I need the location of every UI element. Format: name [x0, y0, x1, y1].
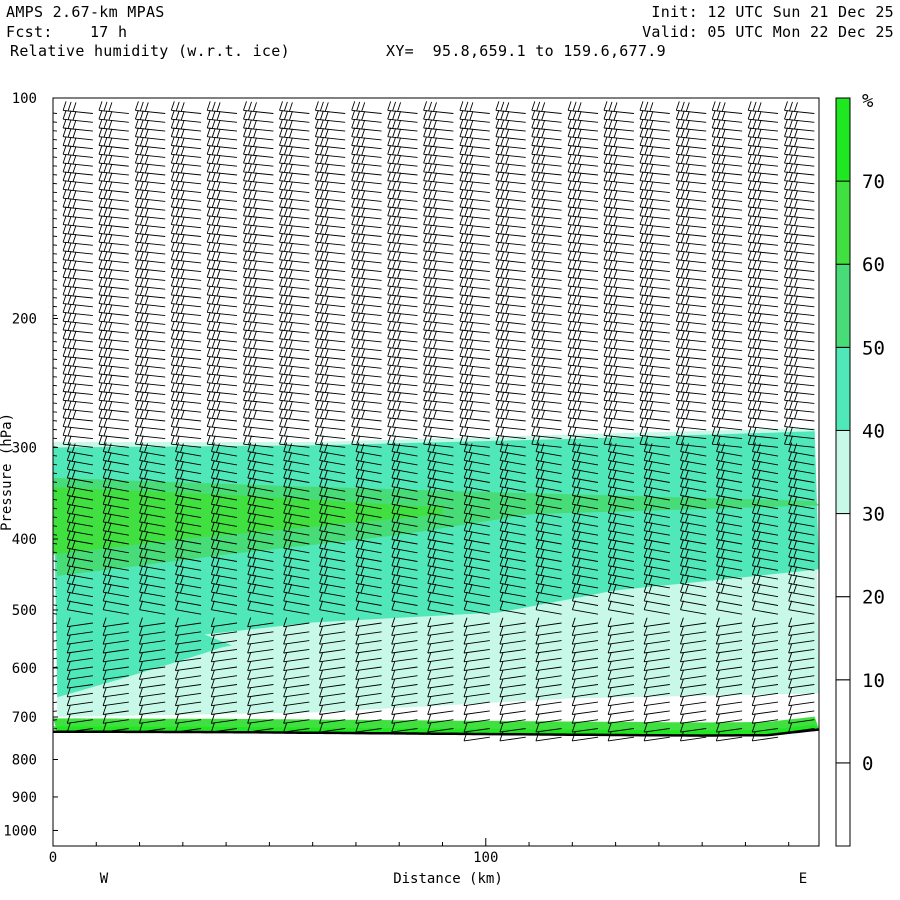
wind-barb [607, 696, 634, 707]
colorbar-bin [835, 97, 851, 182]
wind-barb [427, 705, 454, 715]
wind-barb [679, 714, 707, 724]
y-tick-label: 600 [12, 661, 37, 677]
colorbar-label: 10 [862, 670, 885, 692]
wind-barb [643, 714, 670, 724]
wind-barb [788, 705, 815, 715]
y-tick-label: 300 [12, 440, 37, 456]
colorbar-bin [835, 263, 851, 348]
wind-barb [751, 705, 779, 715]
wind-barb [715, 714, 743, 724]
wind-barb [715, 696, 743, 707]
wind-barb [279, 101, 310, 114]
wind-barb [459, 101, 490, 114]
wind-barb [747, 101, 779, 114]
wind-barb [679, 705, 707, 715]
y-tick-label: 400 [12, 532, 37, 548]
wind-barb [98, 101, 129, 114]
y-tick-label: 900 [12, 790, 37, 806]
wind-barb [603, 101, 634, 114]
colorbar-label: 40 [862, 420, 885, 442]
below-ground-mask [53, 730, 819, 846]
colorbar-label: 50 [862, 337, 885, 359]
y-tick-label: 500 [12, 603, 37, 619]
x-tick-label: 0 [49, 850, 57, 866]
colorbar-bin [835, 596, 851, 681]
wind-barb [788, 696, 815, 707]
colorbar: 0 10 20 30 40 50 60 70% [835, 90, 885, 847]
wind-barb [463, 705, 490, 715]
west-label: W [100, 871, 109, 887]
colorbar-label: 0 [862, 753, 873, 775]
y-tick-label: 1000 [3, 823, 37, 839]
colorbar-bin [835, 346, 851, 431]
wind-barb [495, 101, 526, 114]
wind-barb [675, 101, 707, 114]
wind-barb [134, 101, 166, 114]
wind-barb [571, 705, 599, 715]
wind-barb [607, 705, 634, 715]
wind-barb [170, 101, 202, 114]
wind-barb [531, 101, 562, 114]
colorbar-label: 30 [862, 504, 885, 526]
wind-barb [314, 101, 346, 114]
y-tick-label: 700 [12, 710, 37, 726]
wind-barb [206, 101, 238, 114]
wind-barb [643, 705, 670, 715]
y-tick-label: 800 [12, 752, 37, 768]
y-tick-label: 100 [12, 91, 37, 107]
wind-barb [351, 101, 382, 114]
colorbar-bin [835, 180, 851, 265]
cross-section-chart: 1002003004005006007008009001000 0 100 Pre… [0, 90, 885, 887]
wind-barb [715, 705, 743, 715]
wind-barb [567, 101, 599, 114]
colorbar-label: 20 [862, 587, 885, 609]
wind-barb [679, 696, 707, 707]
colorbar-bin [835, 513, 851, 598]
colorbar-label: 60 [862, 254, 885, 276]
wind-barb [639, 101, 670, 114]
colorbar-label: 70 [862, 171, 885, 193]
colorbar-bin [835, 679, 851, 764]
east-label: E [799, 871, 807, 887]
colorbar-unit: % [862, 90, 874, 112]
wind-barb [784, 101, 815, 114]
wind-barb [243, 101, 274, 114]
wind-barb [751, 696, 779, 707]
wind-barb [535, 705, 562, 715]
x-tick-label: 100 [473, 850, 498, 866]
x-axis-label: Distance (km) [393, 871, 503, 887]
wind-barb [387, 101, 418, 114]
y-axis-label: Pressure (hPa) [0, 413, 15, 531]
colorbar-bin [835, 762, 851, 847]
wind-barb [62, 101, 93, 114]
wind-barb [643, 696, 670, 707]
y-tick-label: 200 [12, 311, 37, 327]
wind-barb [423, 101, 454, 114]
wind-barb [499, 705, 526, 715]
wind-barb [711, 101, 743, 114]
colorbar-bin [835, 429, 851, 515]
